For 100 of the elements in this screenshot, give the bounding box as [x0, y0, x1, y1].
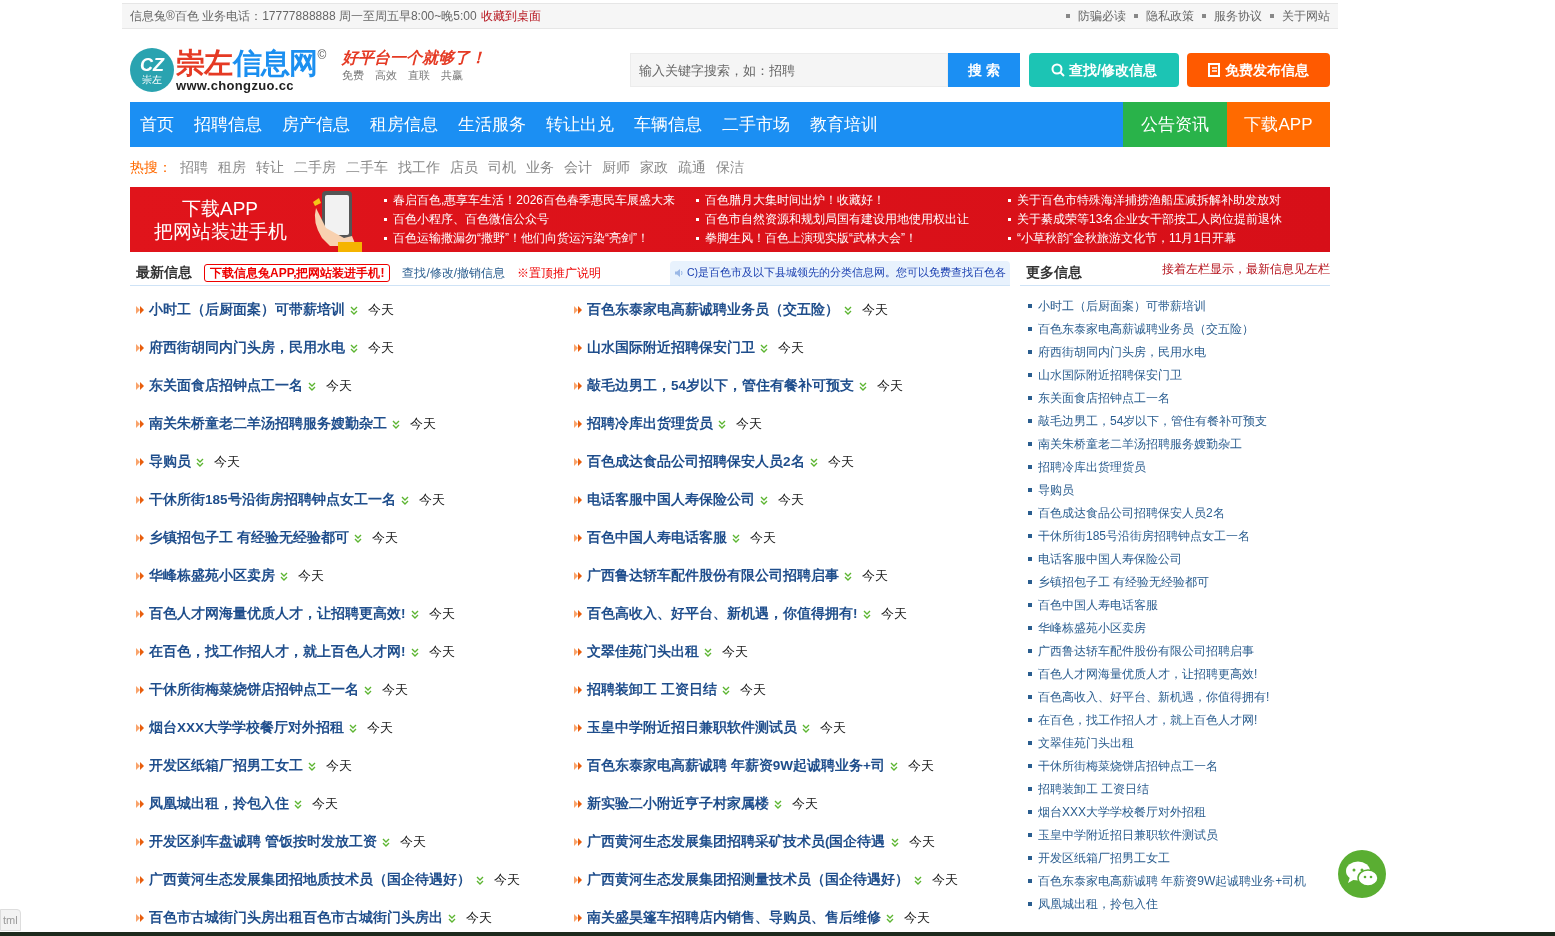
hot-search-link[interactable]: 租房 [218, 156, 246, 178]
more-info-link[interactable]: 小时工（后厨面案）可带薪培训 [1038, 296, 1206, 315]
more-info-link[interactable]: 百色高收入、好平台、新机遇，你值得拥有! [1038, 687, 1270, 706]
more-info-link[interactable]: 开发区纸箱厂招男工女工 [1038, 848, 1170, 867]
hot-search-link[interactable]: 家政 [640, 156, 668, 178]
more-info-link[interactable]: 百色人才网海量优质人才，让招聘更高效! [1038, 664, 1258, 683]
listing-title[interactable]: 广西鲁达轿车配件股份有限公司招聘启事 [587, 565, 839, 587]
listing-title[interactable]: 导购员 [149, 451, 191, 473]
listing-title[interactable]: 南关盛昊篷车招聘店内销售、导购员、售后维修 [587, 907, 881, 929]
double-arrow-icon [574, 572, 583, 580]
listing-title[interactable]: 百色高收入、好平台、新机遇，你值得拥有! [587, 603, 858, 625]
more-info-link[interactable]: 凤凰城出租，拎包入住 [1038, 894, 1158, 913]
banner-news-link[interactable]: 关于綦成荣等13名企业女干部按工人岗位提前退休 [1017, 210, 1283, 229]
top-link[interactable]: 隐私政策 [1146, 7, 1194, 25]
hot-search-link[interactable]: 司机 [488, 156, 516, 178]
more-info-link[interactable]: 华峰栋盛苑小区卖房 [1038, 618, 1146, 637]
more-info-link[interactable]: 在百色，找工作招人才，就上百色人才网! [1038, 710, 1258, 729]
search-field[interactable]: 输入关键字搜索，如：招聘 [630, 53, 948, 87]
listing-title[interactable]: 烟台XXX大学学校餐厅对外招租 [149, 717, 344, 739]
hot-search-link[interactable]: 二手房 [294, 156, 336, 178]
banner-news-link[interactable]: 百色小程序、百色微信公众号 [393, 210, 549, 229]
banner-news-link[interactable]: 关于百色市特殊海洋捕捞渔船压减拆解补助发放对 [1017, 191, 1281, 210]
hot-search-link[interactable]: 厨师 [602, 156, 630, 178]
logo-title: 崇左信息网 [176, 48, 318, 78]
listing-title[interactable]: 招聘装卸工 工资日结 [587, 679, 717, 701]
listing-title[interactable]: 百色成达食品公司招聘保安人员2名 [587, 451, 805, 473]
top-link[interactable]: 服务协议 [1214, 7, 1262, 25]
listing-title[interactable]: 小时工（后厨面案）可带薪培训 [149, 299, 345, 321]
listing-title[interactable]: 百色中国人寿电话客服 [587, 527, 727, 549]
listing-title[interactable]: 新实验二小附近亨子村家属楼 [587, 793, 769, 815]
more-info-link[interactable]: 干休所街梅菜烧饼店招钟点工一名 [1038, 756, 1218, 775]
listing-title[interactable]: 东关面食店招钟点工一名 [149, 375, 303, 397]
listing-title[interactable]: 凤凰城出租，拎包入住 [149, 793, 289, 815]
more-info-link[interactable]: 电话客服中国人寿保险公司 [1038, 549, 1182, 568]
listing-title[interactable]: 招聘冷库出货理货员 [587, 413, 713, 435]
banner-news-link[interactable]: 春启百色,惠享车生活！2026百色春季惠民车展盛大来 [393, 191, 676, 210]
listing-title[interactable]: 干休所街梅菜烧饼店招钟点工一名 [149, 679, 359, 701]
banner-news-link[interactable]: 百色市自然资源和规划局国有建设用地使用权出让 [705, 210, 969, 229]
more-info-link[interactable]: 百色中国人寿电话客服 [1038, 595, 1158, 614]
banner-news-link[interactable]: 拳脚生风！百色上演现实版“武林大会”！ [705, 229, 917, 248]
bullet-icon [1028, 418, 1032, 423]
listing-title[interactable]: 百色东泰家电高薪诚聘 年薪资9W起诚聘业务+司 [587, 755, 885, 777]
listing-title[interactable]: 百色东泰家电高薪诚聘业务员（交五险） [587, 299, 839, 321]
more-info-link[interactable]: 府西街胡同内门头房，民用水电 [1038, 342, 1206, 361]
more-info-link[interactable]: 百色东泰家电高薪诚聘业务员（交五险） [1038, 319, 1254, 338]
listing-title[interactable]: 开发区刹车盘诚聘 管饭按时发放工资 [149, 831, 377, 853]
banner-news-link[interactable]: “小草秋韵”金秋旅游文化节，11月1日开幕 [1017, 229, 1237, 248]
listing-title[interactable]: 广西黄河生态发展集团招聘采矿技术员(国企待遇 [587, 831, 886, 853]
more-info-link[interactable]: 南关朱桥童老二羊汤招聘服务嫂勤杂工 [1038, 434, 1242, 453]
promotion-link[interactable]: ※置顶推广说明 [517, 263, 602, 282]
more-info-link[interactable]: 山水国际附近招聘保安门卫 [1038, 365, 1182, 384]
more-info-link[interactable]: 导购员 [1038, 480, 1074, 499]
hot-search-link[interactable]: 业务 [526, 156, 554, 178]
more-info-link[interactable]: 招聘装卸工 工资日结 [1038, 779, 1150, 798]
banner-news-link[interactable]: 百色运输撒漏勿“撒野”！他们向货运污染“亮剑”！ [393, 229, 649, 248]
hot-search-link[interactable]: 保洁 [716, 156, 744, 178]
hot-search-link[interactable]: 疏通 [678, 156, 706, 178]
post-time: 今天 [908, 833, 935, 851]
more-info-link[interactable]: 东关面食店招钟点工一名 [1038, 388, 1170, 407]
listing-title[interactable]: 百色市古城街门头房出租百色市古城街门头房出 [149, 907, 443, 929]
more-info-link[interactable]: 文翠佳苑门头出租 [1038, 733, 1134, 752]
listing-title[interactable]: 在百色，找工作招人才，就上百色人才网! [149, 641, 406, 663]
listing-title[interactable]: 南关朱桥童老二羊汤招聘服务嫂勤杂工 [149, 413, 387, 435]
hot-search-link[interactable]: 二手车 [346, 156, 388, 178]
more-info-link[interactable]: 广西鲁达轿车配件股份有限公司招聘启事 [1038, 641, 1254, 660]
listing-title[interactable]: 干休所街185号沿街房招聘钟点女工一名 [149, 489, 396, 511]
listing-title[interactable]: 华峰栋盛苑小区卖房 [149, 565, 275, 587]
hot-search-link[interactable]: 转让 [256, 156, 284, 178]
listing-title[interactable]: 广西黄河生态发展集团招测量技术员（国企待遇好） [587, 869, 909, 891]
top-link[interactable]: 关于网站 [1282, 7, 1330, 25]
hot-search-link[interactable]: 招聘 [180, 156, 208, 178]
listing-title[interactable]: 玉皇中学附近招日兼职软件测试员 [587, 717, 797, 739]
more-info-link[interactable]: 敲毛边男工，54岁以下，管住有餐补可预支 [1038, 411, 1268, 430]
listing-title[interactable]: 百色人才网海量优质人才，让招聘更高效! [149, 603, 406, 625]
more-info-link[interactable]: 百色东泰家电高薪诚聘 年薪资9W起诚聘业务+司机 [1038, 871, 1307, 890]
listing-title[interactable]: 电话客服中国人寿保险公司 [587, 489, 755, 511]
listing-title[interactable]: 府西街胡同内门头房，民用水电 [149, 337, 345, 359]
listing-title[interactable]: 敲毛边男工，54岁以下，管住有餐补可预支 [587, 375, 855, 397]
more-info-link[interactable]: 烟台XXX大学学校餐厅对外招租 [1038, 802, 1206, 821]
app-download-link[interactable]: 下载信息兔APP,把网站装进手机! [204, 263, 391, 282]
double-arrow-icon [136, 610, 145, 618]
listing-title[interactable]: 开发区纸箱厂招男工女工 [149, 755, 303, 777]
listing-title[interactable]: 文翠佳苑门头出租 [587, 641, 699, 663]
top-link[interactable]: 防骗必读 [1078, 7, 1126, 25]
listing-title[interactable]: 乡镇招包子工 有经验无经验都可 [149, 527, 349, 549]
listing-title[interactable]: 广西黄河生态发展集团招地质技术员（国企待遇好） [149, 869, 471, 891]
more-info-link[interactable]: 玉皇中学附近招日兼职软件测试员 [1038, 825, 1218, 844]
more-info-link[interactable]: 百色成达食品公司招聘保安人员2名 [1038, 503, 1225, 522]
more-info-link[interactable]: 乡镇招包子工 有经验无经验都可 [1038, 572, 1210, 591]
post-time: 今天 [428, 643, 455, 661]
more-info-link[interactable]: 招聘冷库出货理货员 [1038, 457, 1146, 476]
hot-search-link[interactable]: 店员 [450, 156, 478, 178]
wechat-icon[interactable] [1338, 850, 1386, 898]
bookmark-link[interactable]: 收藏到桌面 [480, 7, 541, 25]
manage-info-link[interactable]: 查找/修改/撤销信息 [402, 263, 506, 282]
more-info-link[interactable]: 干休所街185号沿街房招聘钟点女工一名 [1038, 526, 1251, 545]
hot-search-link[interactable]: 找工作 [398, 156, 440, 178]
hot-search-link[interactable]: 会计 [564, 156, 592, 178]
listing-title[interactable]: 山水国际附近招聘保安门卫 [587, 337, 755, 359]
banner-news-link[interactable]: 百色腊月大集时间出炉！收藏好！ [705, 191, 885, 210]
